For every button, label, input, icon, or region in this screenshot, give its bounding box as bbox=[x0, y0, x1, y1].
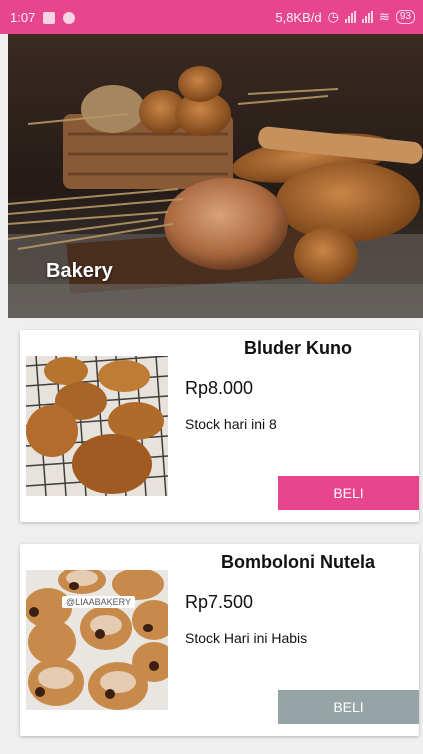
app-notification-icon bbox=[63, 11, 76, 24]
product-card-bluder-kuno[interactable]: Bluder Kuno Rp8.000 Stock hari ini 8 BEL… bbox=[20, 330, 419, 522]
buy-button[interactable]: BELI bbox=[278, 690, 419, 724]
product-stock: Stock hari ini 8 bbox=[185, 416, 277, 432]
product-image: @LIAABAKERY bbox=[26, 570, 168, 710]
product-card-bomboloni-nutela[interactable]: @LIAABAKERY Bomboloni Nutela Rp7.500 Sto… bbox=[20, 544, 419, 736]
product-price: Rp7.500 bbox=[185, 592, 254, 612]
notification-icon bbox=[43, 11, 56, 24]
product-stock: Stock Hari ini Habis bbox=[185, 630, 308, 646]
status-time: 1:07 bbox=[10, 10, 36, 25]
product-name: Bluder Kuno bbox=[244, 338, 352, 358]
product-name: Bomboloni Nutela bbox=[221, 552, 375, 572]
wifi-icon: ≋ bbox=[378, 9, 390, 24]
network-speed: 5,8KB/d bbox=[275, 9, 322, 25]
product-image bbox=[26, 356, 168, 496]
status-bar: 1:07 5,8KB/d ◷ ≋ 93 bbox=[0, 0, 423, 34]
hero-banner: Bakery bbox=[8, 34, 423, 318]
image-watermark: @LIAABAKERY bbox=[62, 596, 135, 608]
alarm-icon: ◷ bbox=[327, 9, 339, 24]
bluder-photo bbox=[26, 356, 168, 496]
signal-icon-2 bbox=[361, 11, 373, 23]
battery-icon: 93 bbox=[395, 10, 415, 24]
buy-button[interactable]: BELI bbox=[278, 476, 419, 510]
bomboloni-photo bbox=[26, 570, 168, 710]
signal-icon bbox=[344, 11, 356, 23]
product-price: Rp8.000 bbox=[185, 378, 254, 398]
hero-title: Bakery bbox=[46, 260, 113, 282]
